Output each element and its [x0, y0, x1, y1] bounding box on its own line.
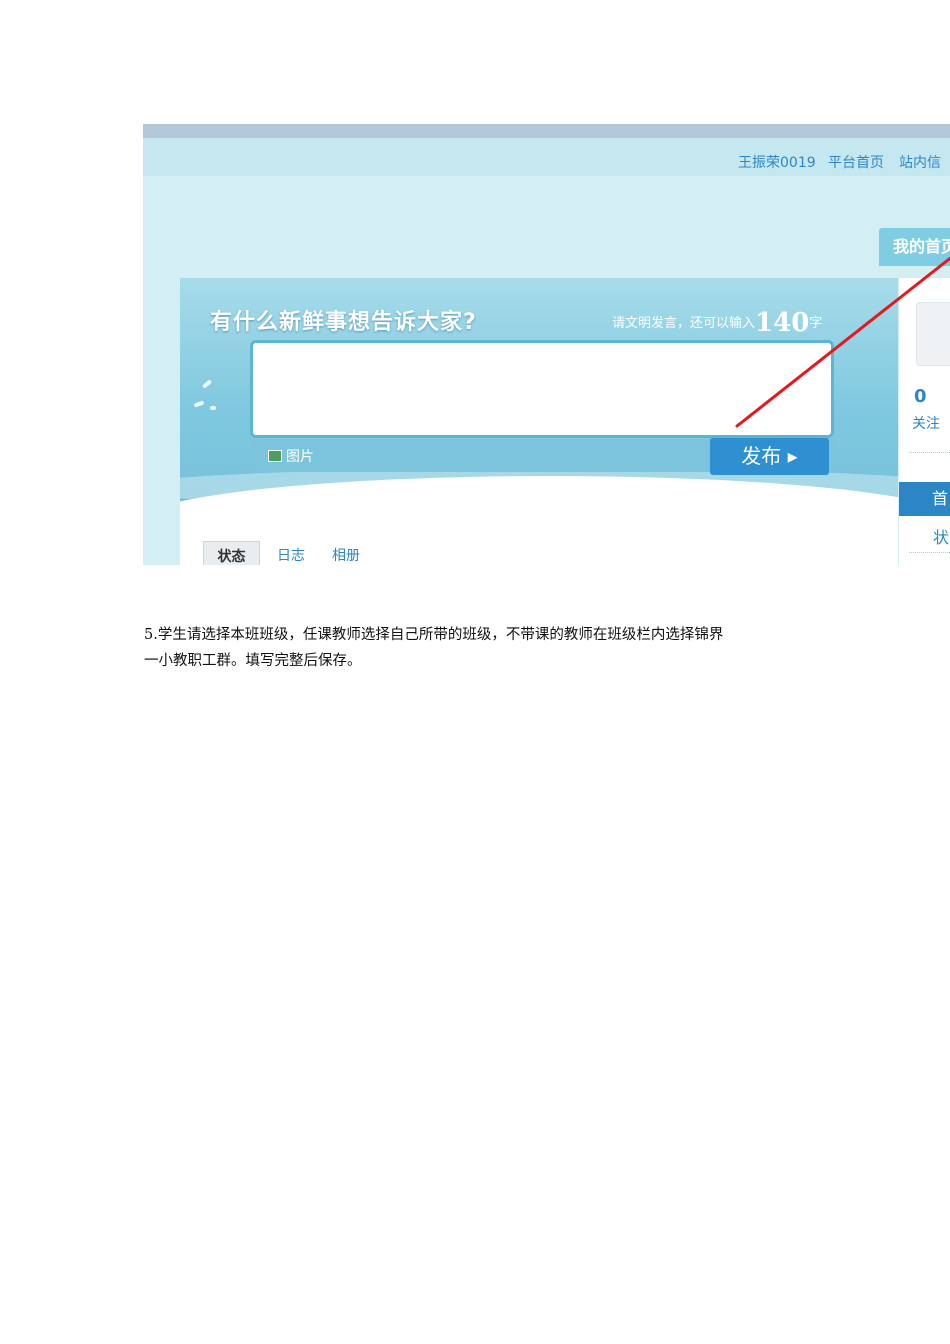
paragraph-line: 一小教职工群。填写完整后保存。 — [144, 653, 362, 669]
instruction-paragraph: 5.学生请选择本班班级，任课教师选择自己所带的班级，不带课的教师在班级栏内选择锦… — [144, 622, 844, 674]
embedded-screenshot: 王振荣0019 平台首页 站内信 我的首页 0 关注 首 状 有什么新鲜事想告诉… — [143, 124, 950, 565]
arrow-line — [735, 256, 950, 428]
red-arrow-annotation — [735, 256, 950, 428]
paragraph-line: 5.学生请选择本班班级，任课教师选择自己所带的班级，不带课的教师在班级栏内选择锦… — [144, 627, 724, 643]
